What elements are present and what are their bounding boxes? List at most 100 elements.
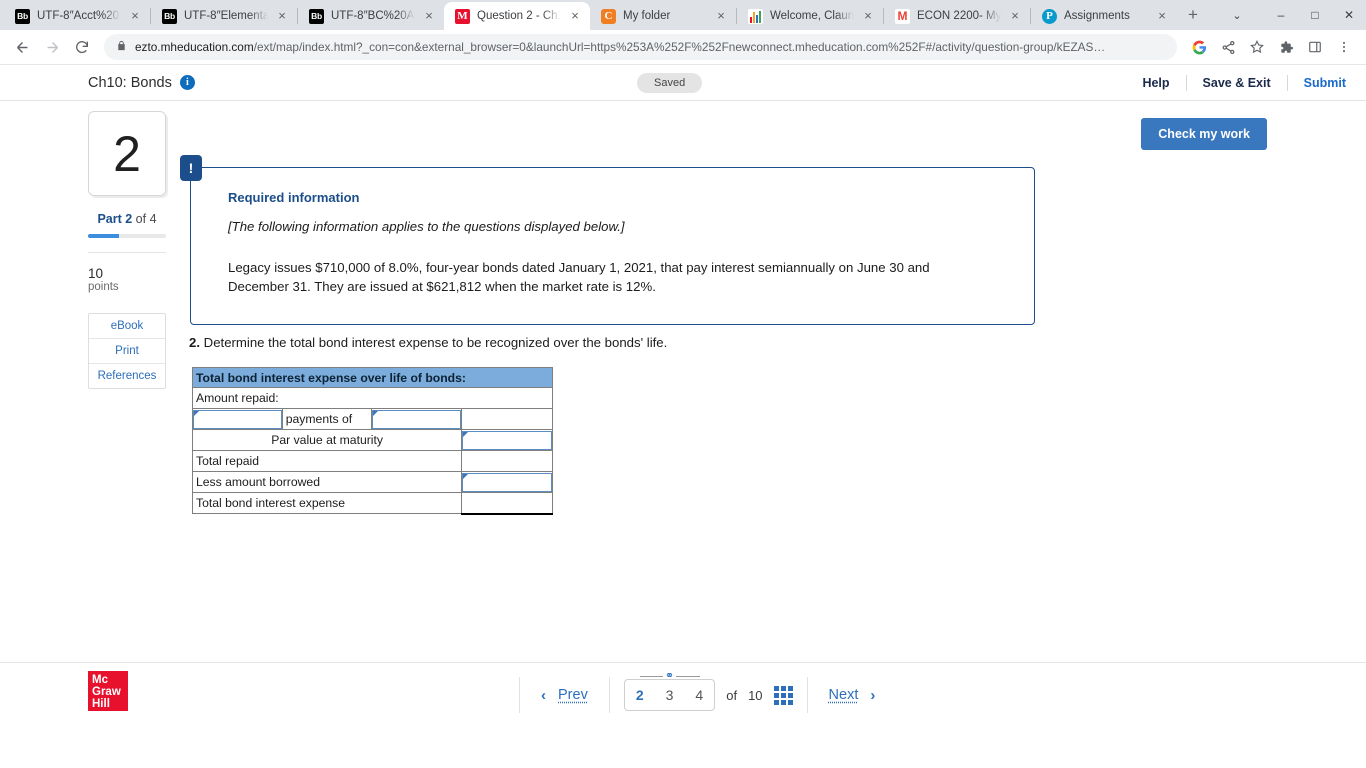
chevron-left-icon: ‹: [541, 686, 546, 704]
pager-of-label: of: [726, 687, 738, 703]
status-badge: Saved: [637, 73, 703, 93]
back-icon[interactable]: [8, 33, 36, 61]
total-bond-interest-expense-label: Total bond interest expense: [191, 492, 463, 514]
tab-close-icon[interactable]: ×: [568, 9, 582, 23]
submit-button[interactable]: Submit: [1288, 76, 1346, 90]
assignment-header: Ch10: Bonds i Saved Help Save & Exit Sub…: [0, 65, 1366, 101]
pager-total-pages: 10: [748, 687, 763, 703]
table-row: Less amount borrowed: [191, 471, 553, 493]
blackboard-icon: Bb: [15, 8, 30, 24]
par-value-label: Par value at maturity: [191, 429, 463, 451]
tab-close-icon[interactable]: ×: [128, 9, 142, 23]
tab-close-icon[interactable]: ×: [714, 9, 728, 23]
bookmark-star-icon[interactable]: [1243, 33, 1271, 61]
browser-tab-7[interactable]: P Assignments ×: [1031, 2, 1177, 30]
logo-line-1: Mc: [92, 674, 108, 686]
mcgraw-hill-logo: Mc Graw Hill: [88, 671, 128, 711]
question-tools: eBook Print References: [88, 313, 166, 389]
url-host: ezto.mheducation.com: [135, 40, 254, 54]
tab-search-icon[interactable]: ⌄: [1220, 0, 1254, 30]
google-account-icon[interactable]: [1185, 33, 1213, 61]
tab-title: UTF-8″Elementary: [184, 10, 268, 22]
browser-tab-5[interactable]: Welcome, Clauny ×: [737, 2, 883, 30]
browser-tab-2[interactable]: Bb UTF-8″BC%20ACC ×: [298, 2, 444, 30]
payment-amount-cell[interactable]: [371, 408, 463, 430]
par-value-input[interactable]: [462, 430, 552, 450]
browser-tab-0[interactable]: Bb UTF-8″Acct%2020 ×: [4, 2, 150, 30]
chevron-right-icon: ›: [870, 686, 876, 704]
logo-line-3: Hill: [92, 698, 110, 710]
blackboard-icon: Bb: [162, 8, 177, 24]
connect-app: Ch10: Bonds i Saved Help Save & Exit Sub…: [0, 64, 1366, 768]
ebook-link[interactable]: eBook: [89, 314, 165, 339]
par-value-cell[interactable]: [461, 429, 553, 451]
question-content: Check my work 2 Part 2 of 4 10 points eB…: [0, 101, 1366, 726]
toolbar-right-icons: [1185, 33, 1358, 61]
payments-count-cell[interactable]: [192, 408, 283, 430]
window-minimize-button[interactable]: –: [1264, 0, 1298, 30]
references-link[interactable]: References: [89, 364, 165, 388]
window-close-button[interactable]: ✕: [1332, 0, 1366, 30]
reload-icon[interactable]: [68, 33, 96, 61]
browser-chrome: Bb UTF-8″Acct%2020 × Bb UTF-8″Elementary…: [0, 0, 1366, 64]
browser-tab-3-active[interactable]: M Question 2 - Ch10 ×: [444, 2, 590, 30]
info-icon[interactable]: i: [179, 75, 195, 90]
required-information-callout: ! Required information [The following in…: [180, 155, 1035, 325]
window-maximize-button[interactable]: □: [1298, 0, 1332, 30]
total-repaid-cell[interactable]: [461, 450, 553, 472]
payments-count-input[interactable]: [193, 409, 282, 429]
address-bar[interactable]: ezto.mheducation.com/ext/map/index.html?…: [104, 34, 1177, 60]
question-number-card: 2: [88, 111, 166, 196]
check-my-work-button[interactable]: Check my work: [1141, 118, 1267, 150]
chain-line-left: [639, 676, 663, 677]
question-pager: ‹ Prev ⚭ 2 3 4 of 10 Next ›: [519, 671, 897, 715]
help-button[interactable]: Help: [1126, 76, 1185, 90]
tab-close-icon[interactable]: ×: [1155, 9, 1169, 23]
tab-close-icon[interactable]: ×: [1008, 9, 1022, 23]
tab-title: Welcome, Clauny: [770, 10, 854, 22]
chrome-menu-icon[interactable]: [1330, 33, 1358, 61]
tab-close-icon[interactable]: ×: [275, 9, 289, 23]
question-number: 2.: [189, 335, 200, 350]
table-row-header: Total bond interest expense over life of…: [192, 367, 553, 388]
answer-table-header: Total bond interest expense over life of…: [192, 367, 553, 388]
browser-tab-1[interactable]: Bb UTF-8″Elementary ×: [151, 2, 297, 30]
next-button[interactable]: Next ›: [808, 687, 897, 704]
tab-close-icon[interactable]: ×: [861, 9, 875, 23]
page-button-3[interactable]: 3: [655, 680, 685, 710]
points-label: points: [88, 281, 119, 293]
page-button-2[interactable]: 2: [625, 680, 655, 710]
tab-close-icon[interactable]: ×: [422, 9, 436, 23]
part-progress-bar: [88, 234, 166, 238]
save-and-exit-button[interactable]: Save & Exit: [1187, 76, 1287, 90]
browser-tab-6[interactable]: M ECON 2200- MyLa ×: [884, 2, 1030, 30]
print-link[interactable]: Print: [89, 339, 165, 364]
tab-title: ECON 2200- MyLa: [917, 10, 1001, 22]
table-row: Total repaid: [191, 450, 553, 472]
grid-view-icon[interactable]: [773, 685, 793, 705]
table-row: payments of: [192, 408, 553, 430]
tab-title: Question 2 - Ch10: [477, 10, 561, 22]
required-information-note: [The following information applies to th…: [228, 219, 625, 234]
share-icon[interactable]: [1214, 33, 1242, 61]
new-tab-button[interactable]: +: [1179, 1, 1207, 29]
browser-tab-4[interactable]: C My folder ×: [590, 2, 736, 30]
linked-questions-icon: ⚭: [639, 671, 700, 682]
table-row: Amount repaid:: [192, 387, 553, 409]
less-amount-borrowed-cell[interactable]: [461, 471, 553, 493]
prev-button[interactable]: ‹ Prev: [520, 687, 609, 704]
pearson-icon: P: [1042, 8, 1057, 24]
question-text: Determine the total bond interest expens…: [203, 335, 668, 350]
amount-repaid-total-cell[interactable]: [461, 408, 553, 430]
sidepanel-icon[interactable]: [1301, 33, 1329, 61]
payment-amount-input[interactable]: [372, 409, 462, 429]
total-bond-interest-expense-cell[interactable]: [461, 492, 553, 515]
tab-title: My folder: [623, 10, 671, 22]
extensions-puzzle-icon[interactable]: [1272, 33, 1300, 61]
canvas-icon: C: [601, 8, 616, 24]
part-progress-fill: [88, 234, 120, 238]
less-amount-borrowed-input[interactable]: [462, 472, 552, 492]
header-actions: Help Save & Exit Submit: [1126, 74, 1346, 91]
page-button-4[interactable]: 4: [684, 680, 714, 710]
pager-middle: ⚭ 2 3 4 of 10: [610, 671, 807, 711]
